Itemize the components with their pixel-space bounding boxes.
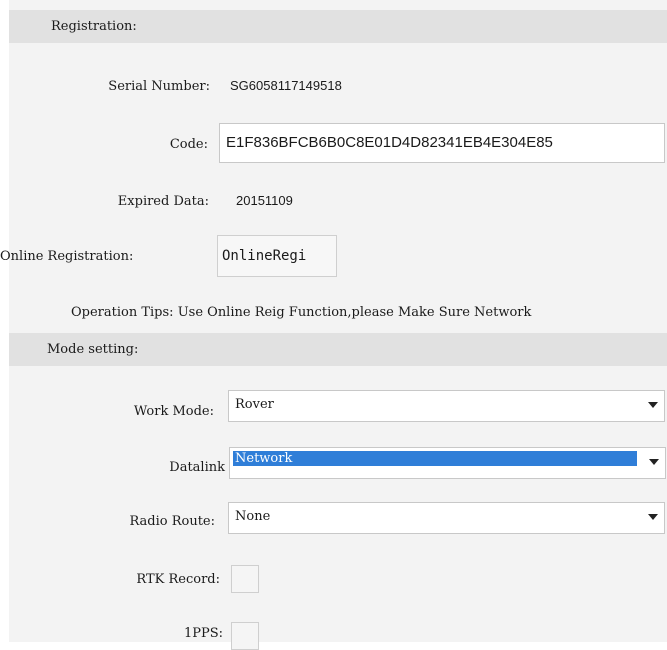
registration-section-header: Registration: — [9, 10, 667, 43]
settings-panel — [9, 0, 667, 642]
operation-tips-text: Use Online Reig Function,please Make Sur… — [177, 305, 532, 320]
datalink-value: Network — [233, 451, 637, 466]
work-mode-label: Work Mode: — [133, 404, 214, 419]
chevron-down-icon — [649, 459, 659, 465]
work-mode-select[interactable]: Rover — [228, 390, 665, 422]
1pps-checkbox[interactable] — [231, 622, 259, 650]
operation-tips-label: Operation Tips: — [71, 305, 174, 320]
rtk-record-label: RTK Record: — [136, 572, 220, 587]
mode-setting-header-label: Mode setting: — [47, 342, 139, 357]
left-margin — [0, 0, 9, 642]
chevron-down-icon — [648, 514, 658, 520]
operation-tips: Operation Tips: Use Online Reig Function… — [71, 305, 531, 320]
online-registration-button[interactable]: OnlineRegi — [217, 235, 337, 277]
expired-data-value: 20151109 — [236, 193, 293, 208]
datalink-select[interactable]: Network — [229, 447, 666, 479]
1pps-label: 1PPS: — [183, 626, 223, 641]
mode-setting-section-header: Mode setting: — [9, 333, 667, 366]
serial-number-label: Serial Number: — [108, 79, 210, 94]
datalink-label: Datalink — [169, 460, 225, 475]
radio-route-select[interactable]: None — [228, 502, 665, 534]
rtk-record-checkbox[interactable] — [231, 565, 259, 593]
work-mode-value: Rover — [235, 397, 274, 412]
online-registration-label: Online Registration: — [0, 249, 134, 264]
code-label: Code: — [169, 137, 208, 152]
serial-number-value: SG6058117149518 — [230, 78, 342, 93]
registration-header-label: Registration: — [51, 19, 137, 34]
code-field[interactable]: E1F836BFCB6B0C8E01D4D82341EB4E304E85 — [219, 123, 665, 163]
radio-route-value: None — [235, 509, 271, 524]
chevron-down-icon — [648, 402, 658, 408]
radio-route-label: Radio Route: — [129, 514, 215, 529]
expired-data-label: Expired Data: — [117, 194, 209, 209]
